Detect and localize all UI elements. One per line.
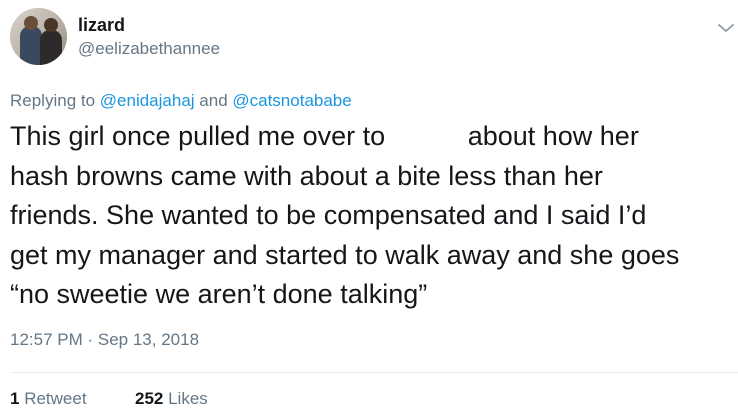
display-name[interactable]: lizard [78, 14, 125, 36]
likes-label: Likes [163, 389, 208, 408]
tweet-time: 12:57 PM [10, 330, 83, 349]
user-handle[interactable]: @eelizabethannee [78, 38, 220, 60]
mention-link[interactable]: @enidajahaj [100, 91, 195, 110]
replying-to-label: Replying to [10, 91, 100, 110]
timestamp-separator: · [82, 330, 98, 349]
replying-to-conjunction: and [194, 91, 233, 110]
avatar[interactable] [10, 8, 67, 65]
avatar-head-left [24, 16, 38, 30]
tweet-line: friends. She wanted to be compensated an… [10, 200, 647, 230]
tweet-line: “no sweetie we aren’t done talking” [10, 279, 428, 309]
replying-to: Replying to @enidajahaj and @catsnotabab… [10, 90, 352, 112]
tweet-timestamp[interactable]: 12:57 PM · Sep 13, 2018 [10, 329, 199, 351]
avatar-person-right [40, 30, 62, 65]
tweet-stats: 1 Retweet 252 Likes [10, 388, 208, 410]
avatar-person-left [20, 26, 42, 65]
tweet-text: This girl once pulled me over to about h… [10, 117, 734, 315]
avatar-head-right [44, 18, 58, 32]
tweet-line: This girl once pulled me over to about h… [10, 121, 639, 151]
likes-count: 252 [135, 389, 164, 408]
likes-stat[interactable]: 252 Likes [135, 388, 208, 410]
mention-link[interactable]: @catsnotababe [232, 91, 351, 110]
retweet-label: Retweet [19, 389, 87, 408]
tweet-line: get my manager and started to walk away … [10, 239, 680, 270]
chevron-down-icon[interactable] [716, 20, 736, 36]
tweet-line: hash browns came with about a bite less … [10, 160, 603, 191]
retweet-stat[interactable]: 1 Retweet [10, 389, 87, 408]
divider [10, 372, 738, 373]
tweet-date: Sep 13, 2018 [97, 330, 200, 349]
